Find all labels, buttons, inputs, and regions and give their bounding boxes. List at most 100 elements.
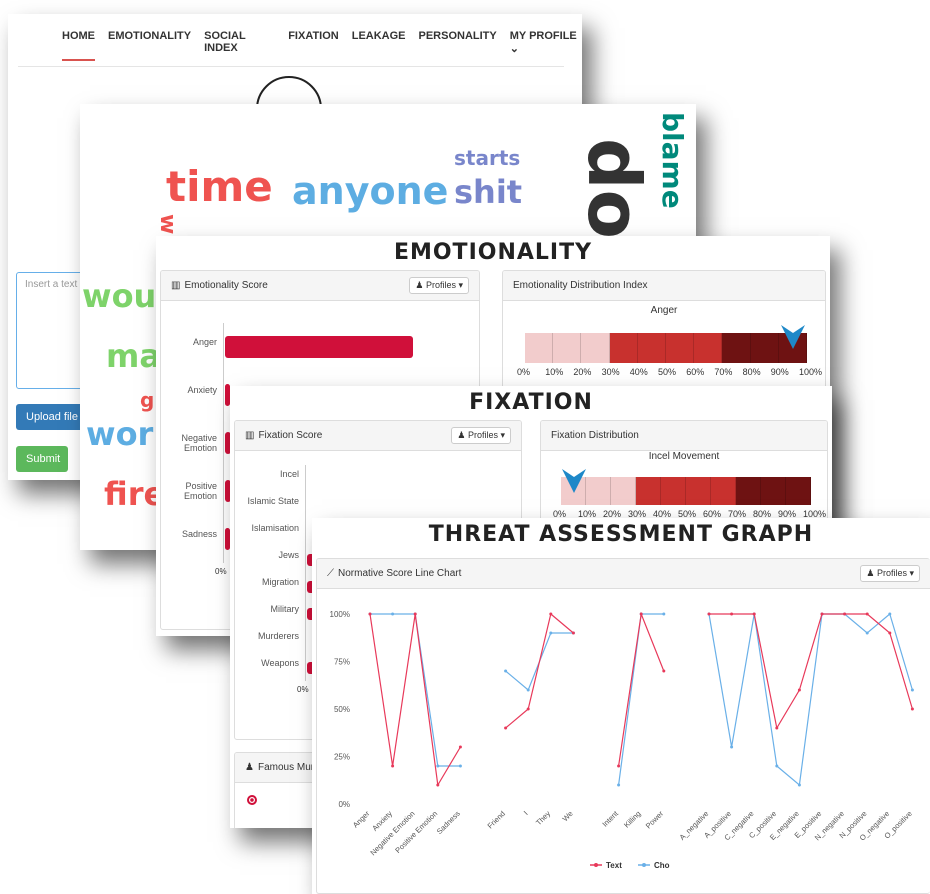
data-point-cho	[391, 612, 395, 616]
scale-tick: 40%	[629, 367, 648, 377]
bar-label: Islamic State	[247, 495, 299, 506]
data-point-text	[436, 783, 440, 787]
bar-label: Jews	[278, 549, 299, 560]
word-starts: starts	[454, 146, 521, 170]
y-tick-label: 100%	[330, 610, 350, 619]
distribution-segment	[611, 477, 636, 505]
distribution-segment	[525, 333, 554, 363]
distribution-label: Anger	[650, 305, 678, 316]
distribution-segment	[750, 333, 779, 363]
bar-label: Military	[270, 603, 300, 614]
data-point-text	[865, 612, 869, 616]
data-point-text	[571, 631, 575, 635]
data-point-text	[368, 612, 372, 616]
distribution-segment	[586, 477, 611, 505]
normative-line-chart: 0%25%50%75%100%AngerAnxietyNegative Emot…	[330, 610, 914, 870]
nav-item-social-index[interactable]: SOCIAL INDEX	[204, 30, 275, 61]
x-tick-label: They	[534, 809, 552, 827]
nav-item-my-profile[interactable]: MY PROFILE ⌄	[510, 30, 582, 61]
word-do: do	[572, 138, 656, 240]
scale-tick: 70%	[714, 367, 733, 377]
data-point-text	[775, 726, 779, 730]
scale-tick: 10%	[545, 367, 564, 377]
nav-item-personality[interactable]: PERSONALITY	[419, 30, 497, 61]
legend-label: Text	[606, 861, 622, 870]
distribution-segment	[581, 333, 610, 363]
submit-button[interactable]: Submit	[16, 446, 68, 472]
data-point-cho	[662, 612, 666, 616]
scale-tick: 90%	[770, 367, 789, 377]
distribution-segment	[609, 333, 638, 363]
data-point-text	[662, 669, 666, 673]
distribution-marker-icon	[561, 467, 587, 500]
word-w: w	[155, 214, 180, 235]
legend-marker	[594, 863, 598, 867]
data-point-text	[504, 726, 508, 730]
series-line-text	[618, 611, 665, 767]
scale-tick: 0%	[517, 367, 531, 377]
data-point-text	[707, 612, 711, 616]
data-point-cho	[436, 764, 440, 768]
x-tick-label: Anger	[351, 809, 372, 830]
word-shit: shit	[454, 173, 523, 211]
x-tick-label: Sadness	[435, 809, 462, 836]
data-point-text	[391, 764, 395, 768]
word-blame: blame	[656, 112, 689, 209]
scale-tick: 20%	[573, 367, 592, 377]
word-worl: worl	[86, 415, 165, 453]
distribution-segment	[711, 477, 736, 505]
bar[interactable]	[225, 336, 413, 358]
data-point-text	[843, 612, 847, 616]
data-point-text	[752, 612, 756, 616]
bar-label: Weapons	[261, 657, 299, 668]
distribution-marker-icon	[780, 323, 806, 356]
series-line-cho	[618, 613, 664, 786]
scale-tick: 100%	[799, 367, 823, 377]
word-g: g	[140, 388, 155, 412]
distribution-segment	[666, 333, 695, 363]
data-point-text	[413, 612, 417, 616]
main-nav: HOME EMOTIONALITY SOCIAL INDEX FIXATION LEAK…	[62, 30, 582, 61]
distribution-segment	[694, 333, 723, 363]
bar-chart-icon: ▥	[171, 280, 181, 291]
distribution-segment	[553, 333, 582, 363]
bar-label: Positive Emotion	[183, 481, 217, 502]
y-tick-label: 0%	[338, 800, 350, 809]
data-point-text	[730, 612, 734, 616]
nav-item-emotionality[interactable]: EMOTIONALITY	[108, 30, 191, 61]
scale-tick: 60%	[686, 367, 705, 377]
series-line-cho	[708, 612, 913, 787]
distribution-segment	[761, 477, 786, 505]
distribution-segment	[661, 477, 686, 505]
bar-label: Incel	[279, 468, 299, 479]
data-point-cho	[865, 631, 869, 635]
bar-label: Migration	[261, 576, 299, 587]
radio-button[interactable]	[247, 795, 257, 805]
data-point-text	[639, 612, 643, 616]
axis-zero-label: 0%	[297, 685, 309, 694]
series-line-cho	[370, 613, 461, 767]
data-point-cho	[910, 688, 914, 692]
bar-label: Sadness	[181, 529, 217, 539]
series-line-text	[505, 612, 574, 729]
x-tick-label: Friend	[486, 809, 507, 830]
nav-item-home[interactable]: HOME	[62, 30, 95, 61]
data-point-cho	[504, 669, 508, 673]
bar-chart-icon: ▥	[245, 430, 255, 441]
x-tick-label: Intent	[600, 808, 620, 828]
data-point-text	[888, 631, 892, 635]
bar-axis	[305, 465, 306, 681]
data-point-cho	[888, 612, 892, 616]
emotionality-distribution-panel: Emotionality Distribution Index Anger 0% 1…	[502, 270, 826, 400]
profiles-dropdown[interactable]: ♟ Profiles ▾	[409, 277, 469, 294]
profiles-dropdown[interactable]: ♟ Profiles ▾	[451, 427, 511, 444]
legend-label: Cho	[654, 861, 670, 870]
x-tick-label: Positive Emotion	[393, 809, 439, 855]
distribution-segment	[736, 477, 761, 505]
word-ma: ma	[106, 337, 161, 375]
y-tick-label: 50%	[334, 705, 350, 714]
nav-item-fixation[interactable]: FIXATION	[288, 30, 339, 61]
y-tick-label: 25%	[334, 753, 350, 762]
nav-divider	[18, 66, 564, 67]
nav-item-leakage[interactable]: LEAKAGE	[352, 30, 406, 61]
